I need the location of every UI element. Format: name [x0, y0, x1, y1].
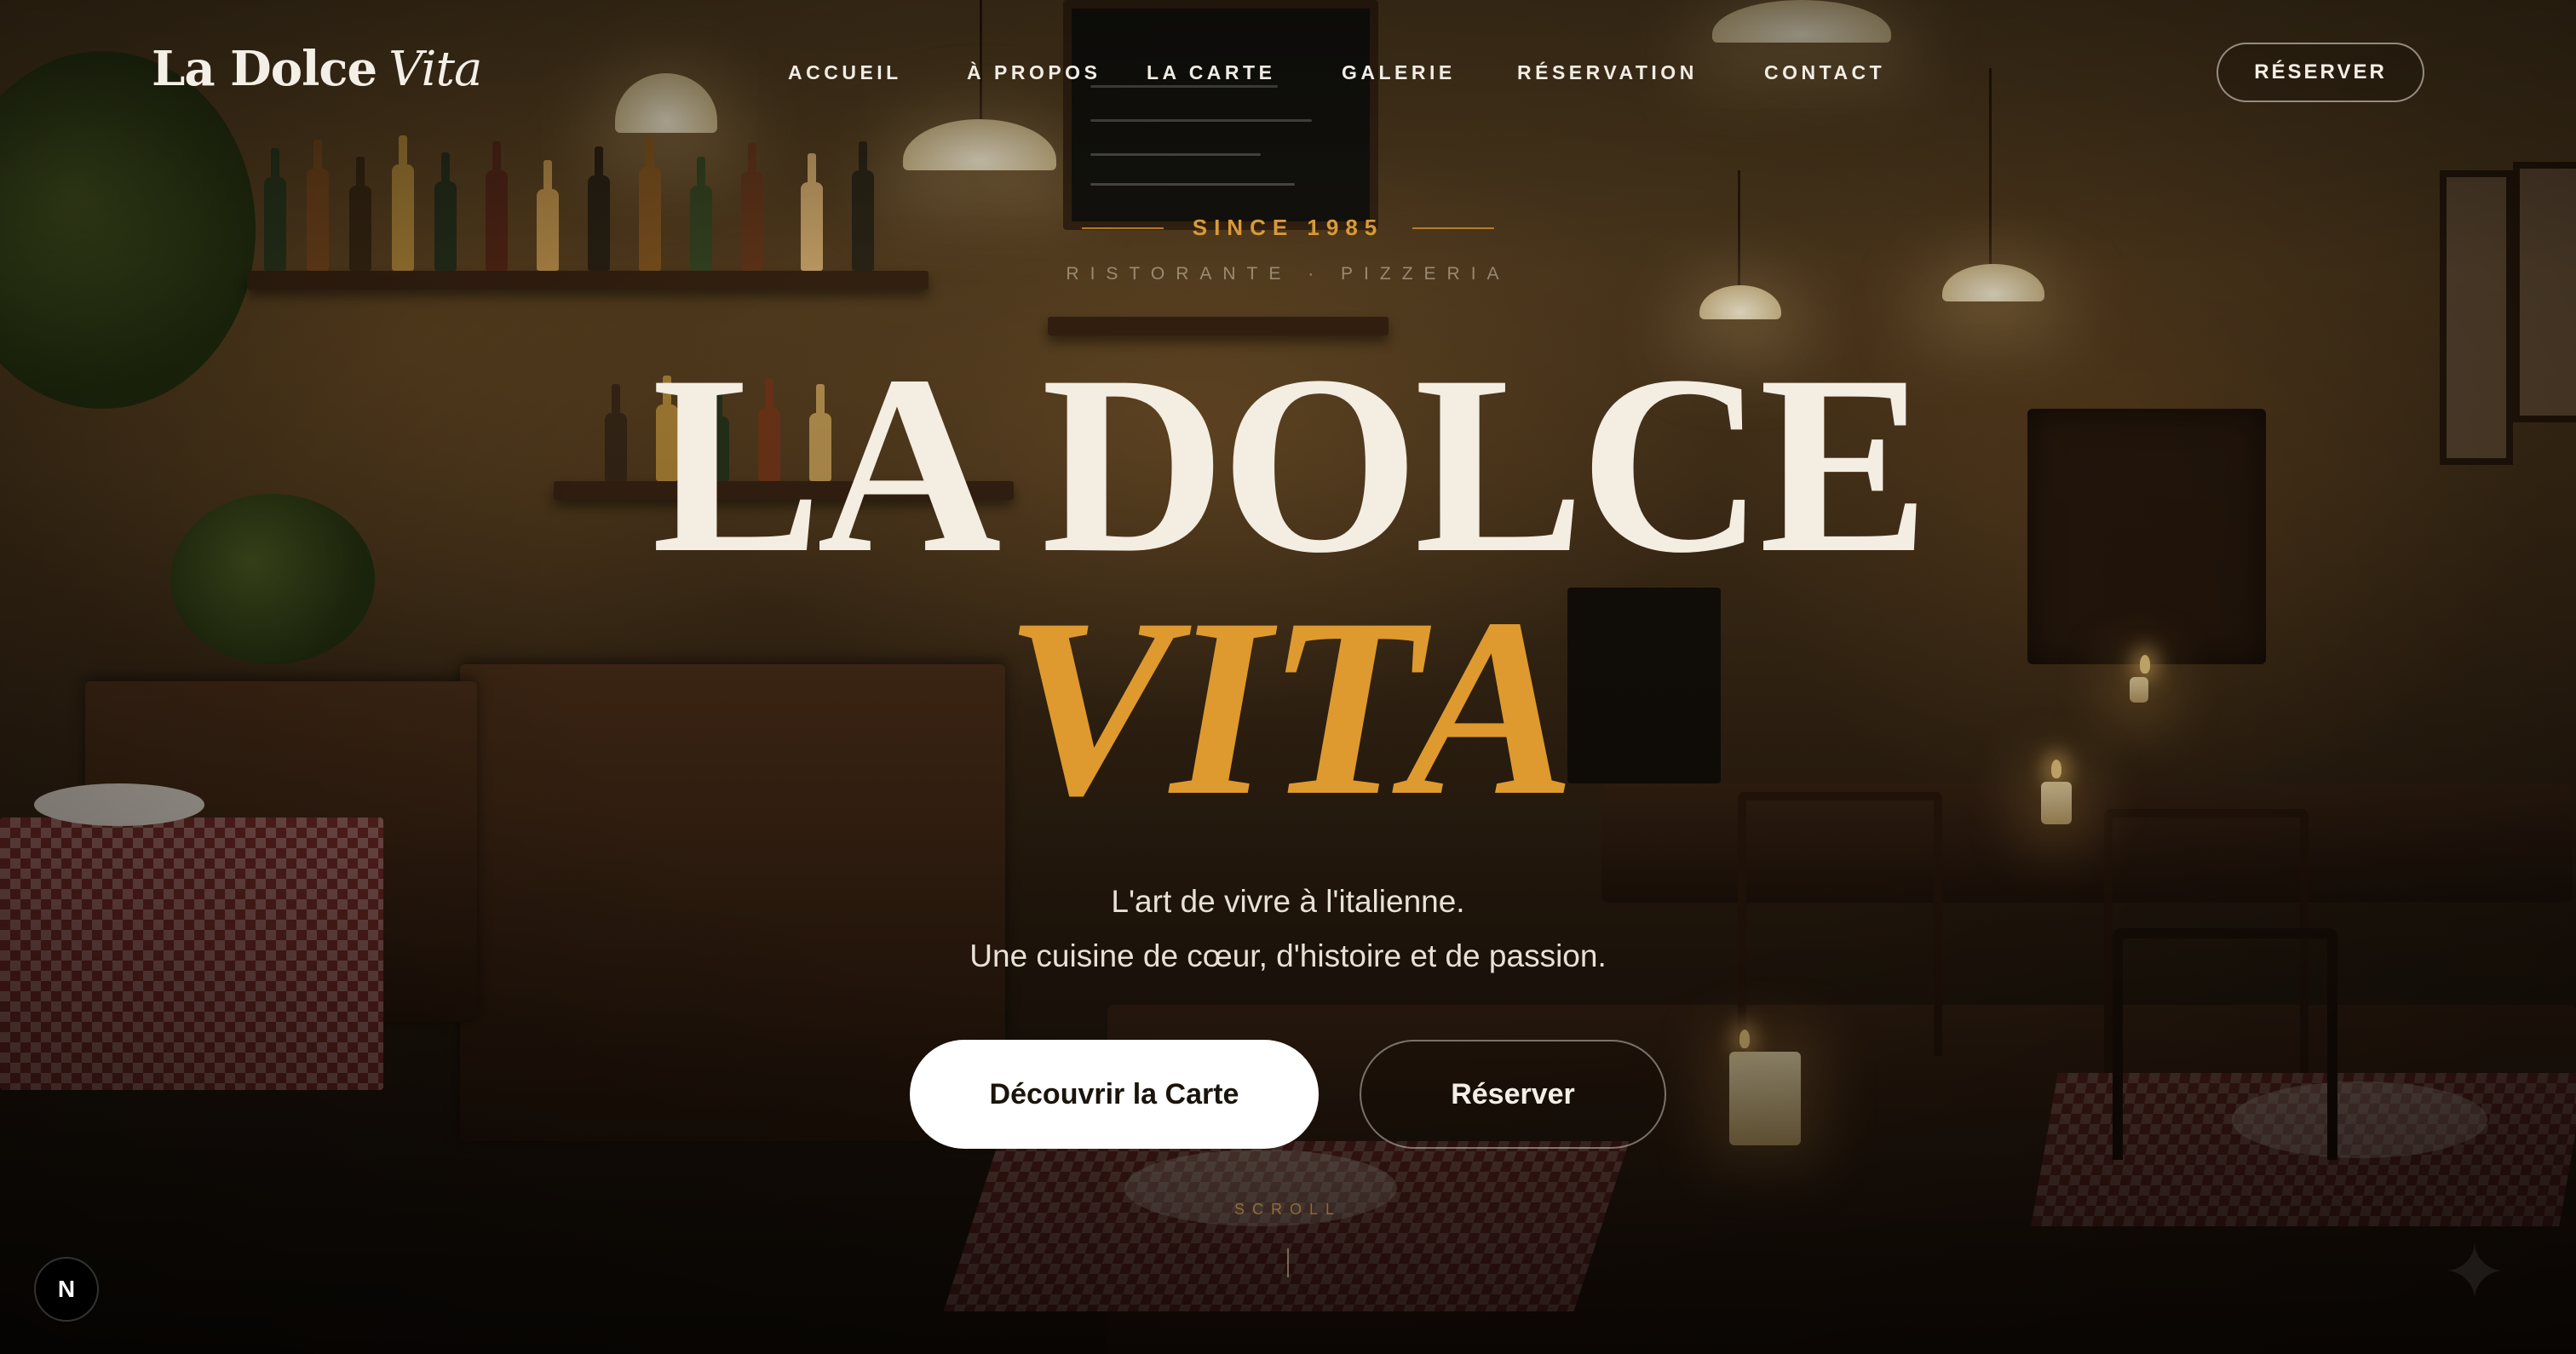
reserve-button[interactable]: Réserver: [1360, 1040, 1666, 1149]
brand-name: La Dolce: [152, 41, 377, 97]
hero-title-line1: LA DOLCE: [651, 323, 1929, 605]
nav-link-la-carte[interactable]: LA CARTE: [1147, 61, 1342, 84]
nav-link-reservation[interactable]: RÉSERVATION: [1517, 61, 1764, 84]
main-menu: ACCUEIL À PROPOS LA CARTE GALERIE RÉSERV…: [788, 61, 1900, 84]
nav-link-galerie[interactable]: GALERIE: [1342, 61, 1517, 84]
hero-title-line2: VITA: [1003, 565, 1576, 848]
scroll-indicator-label[interactable]: SCROLL: [0, 1201, 2576, 1219]
top-navigation: La Dolce Vita ACCUEIL À PROPOS LA CARTE G…: [0, 0, 2576, 146]
brand-name-italic: Vita: [388, 42, 482, 97]
divider-line-right: [1412, 227, 1495, 229]
tagline: RISTORANTE · PIZZERIA: [1066, 264, 1510, 284]
discover-menu-button[interactable]: Découvrir la Carte: [910, 1040, 1319, 1149]
nav-link-accueil[interactable]: ACCUEIL: [788, 61, 967, 84]
scroll-indicator-line: [1287, 1248, 1289, 1277]
brand-logo[interactable]: La Dolce Vita: [152, 41, 482, 97]
hero-subtitle-line1: L'art de vivre à l'italienne.: [1111, 884, 1465, 919]
since-row: SINCE 1985: [0, 215, 2576, 241]
header-reserve-button[interactable]: RÉSERVER: [2217, 43, 2424, 102]
dev-tools-badge[interactable]: N: [34, 1257, 99, 1322]
since-label: SINCE 1985: [1192, 215, 1384, 240]
nav-link-a-propos[interactable]: À PROPOS: [967, 61, 1147, 84]
sparkle-icon: ✦: [2442, 1231, 2507, 1316]
nav-link-contact[interactable]: CONTACT: [1764, 61, 1900, 84]
divider-line-left: [1081, 227, 1164, 229]
hero-subtitle-line2: Une cuisine de cœur, d'histoire et de pa…: [969, 938, 1607, 973]
